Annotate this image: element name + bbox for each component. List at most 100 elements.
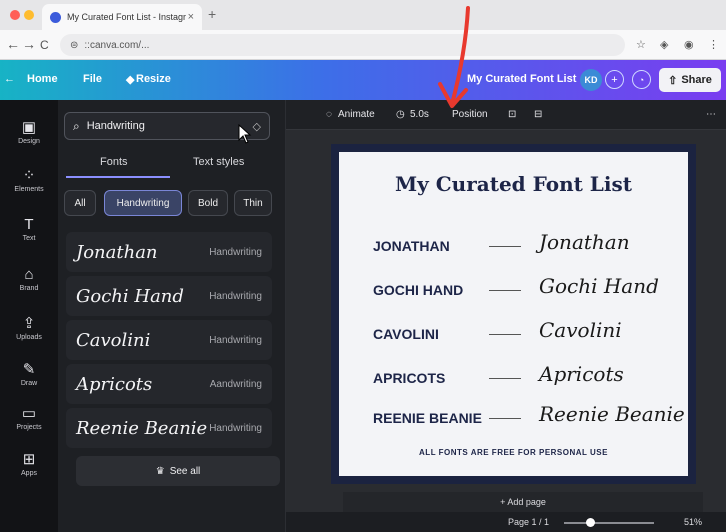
uploads-icon: ⇪ bbox=[22, 315, 36, 332]
font-label-text[interactable]: JONATHAN bbox=[373, 238, 450, 254]
resize-button[interactable]: Resize bbox=[136, 73, 171, 85]
rail-item-brand[interactable]: ⌂ Brand bbox=[0, 266, 58, 292]
font-list-item[interactable]: Jonathan Handwriting bbox=[66, 232, 272, 272]
resize-icon: ◆ bbox=[126, 74, 135, 86]
apps-icon: ⊞ bbox=[22, 451, 36, 468]
font-sample-text[interactable]: Reenie Beanie bbox=[539, 402, 685, 426]
lock-icon[interactable]: ⊡ bbox=[508, 109, 516, 120]
site-info-icon[interactable]: ⊜ bbox=[70, 40, 78, 51]
browser-tab[interactable]: My Curated Font List - Instagr × bbox=[42, 4, 202, 30]
rail-item-draw[interactable]: ✎ Draw bbox=[0, 360, 58, 387]
add-collaborator-icon[interactable]: + bbox=[605, 70, 624, 89]
dash-divider bbox=[489, 378, 521, 379]
canva-favicon-icon bbox=[50, 11, 61, 23]
filter-chip-handwriting[interactable]: Handwriting bbox=[104, 190, 182, 216]
rail-item-label: Uploads bbox=[16, 334, 42, 341]
crown-icon: ♛ bbox=[155, 465, 165, 477]
font-sample-text[interactable]: Cavolini bbox=[539, 318, 622, 342]
back-arrow-icon[interactable]: ← bbox=[4, 73, 15, 85]
active-tab-indicator bbox=[66, 176, 170, 178]
rail-item-apps[interactable]: ⊞ Apps bbox=[0, 450, 58, 477]
browser-tab-title: My Curated Font List - Instagr bbox=[67, 12, 187, 22]
dash-divider bbox=[489, 246, 521, 247]
design-page-content: My Curated Font List JONATHAN Jonathan G… bbox=[339, 152, 688, 476]
filter-icon[interactable]: ◇ bbox=[253, 120, 261, 133]
minimize-window-dot[interactable] bbox=[24, 10, 34, 20]
file-menu-button[interactable]: File bbox=[83, 73, 102, 85]
rail-item-label: Projects bbox=[16, 424, 42, 431]
see-all-label: See all bbox=[169, 465, 201, 477]
zoom-level[interactable]: 51% bbox=[684, 517, 702, 527]
bookmark-star-icon[interactable]: ☆ bbox=[636, 38, 646, 51]
share-button[interactable]: ⇧ Share bbox=[659, 68, 721, 92]
zoom-slider[interactable] bbox=[564, 522, 654, 524]
timer-icon: ◷ bbox=[396, 109, 405, 120]
font-label-text[interactable]: APRICOTS bbox=[373, 370, 445, 386]
font-list-item[interactable]: Reenie Beanie Handwriting bbox=[66, 408, 272, 448]
design-page[interactable]: My Curated Font List JONATHAN Jonathan G… bbox=[331, 144, 696, 484]
close-window-dot[interactable] bbox=[10, 10, 20, 20]
document-title[interactable]: My Curated Font List bbox=[467, 73, 576, 85]
rail-item-elements[interactable]: ⁘ Elements bbox=[0, 166, 58, 193]
add-page-button[interactable]: + Add page bbox=[343, 492, 703, 512]
animate-icon: ◌ bbox=[326, 109, 332, 120]
font-name: Cavolini bbox=[76, 329, 151, 351]
home-button[interactable]: Home bbox=[27, 73, 58, 85]
url-field[interactable]: ⊜ ::canva.com/... bbox=[60, 34, 625, 56]
page-footer-text[interactable]: ALL FONTS ARE FREE FOR PERSONAL USE bbox=[339, 448, 688, 457]
forward-button[interactable]: → bbox=[22, 36, 36, 52]
duplicate-lock-icon[interactable]: ⊟ bbox=[534, 109, 542, 120]
font-sample-text[interactable]: Jonathan bbox=[539, 230, 630, 254]
analytics-icon[interactable]: ◔ bbox=[632, 70, 651, 89]
design-icon: ▣ bbox=[21, 119, 37, 136]
font-label-text[interactable]: GOCHI HAND bbox=[373, 282, 463, 298]
font-list-item[interactable]: Gochi Hand Handwriting bbox=[66, 276, 272, 316]
tab-fonts[interactable]: Fonts bbox=[100, 156, 128, 168]
reload-button[interactable]: C bbox=[40, 38, 49, 52]
filter-chip-all[interactable]: All bbox=[64, 190, 96, 216]
font-category: Handwriting bbox=[209, 334, 262, 346]
page-heading[interactable]: My Curated Font List bbox=[339, 172, 688, 196]
font-sample-text[interactable]: Gochi Hand bbox=[539, 274, 659, 298]
dash-divider bbox=[489, 418, 521, 419]
font-list-item[interactable]: Apricots Aandwriting bbox=[66, 364, 272, 404]
editor-top-bar: ← Home File ◆ Resize My Curated Font Lis… bbox=[0, 60, 726, 100]
font-name: Gochi Hand bbox=[76, 285, 184, 307]
rail-item-design[interactable]: ▣ Design bbox=[0, 118, 58, 145]
tab-text-styles[interactable]: Text styles bbox=[193, 156, 244, 168]
user-avatar[interactable]: KD bbox=[580, 69, 602, 91]
rail-item-uploads[interactable]: ⇪ Uploads bbox=[0, 314, 58, 341]
rail-item-label: Draw bbox=[20, 380, 38, 387]
animate-button[interactable]: Animate bbox=[338, 109, 375, 120]
new-tab-button[interactable]: + bbox=[208, 6, 216, 22]
brand-icon: ⌂ bbox=[24, 266, 34, 283]
filter-chip-bold[interactable]: Bold bbox=[188, 190, 228, 216]
rail-item-label: Brand bbox=[19, 285, 39, 292]
search-icon: ⌕ bbox=[73, 118, 80, 133]
font-name: Jonathan bbox=[76, 241, 158, 263]
font-label-text[interactable]: CAVOLINI bbox=[373, 326, 439, 342]
tab-close-icon[interactable]: × bbox=[188, 11, 194, 23]
browser-menu-icon[interactable]: ⋮ bbox=[708, 38, 719, 51]
side-rail: ▣ Design ⁘ Elements T Text ⌂ Brand ⇪ Uploads … bbox=[0, 100, 58, 532]
extensions-icon[interactable]: ◈ bbox=[660, 38, 668, 51]
font-name: Apricots bbox=[76, 373, 153, 395]
mouse-cursor-icon bbox=[238, 124, 252, 144]
elements-icon: ⁘ bbox=[22, 167, 36, 184]
profile-icon[interactable]: ◉ bbox=[684, 38, 694, 51]
font-label-text[interactable]: REENIE BEANIE bbox=[373, 410, 482, 426]
rail-item-text[interactable]: T Text bbox=[0, 216, 58, 242]
upload-icon: ⇧ bbox=[668, 74, 678, 87]
zoom-slider-handle[interactable] bbox=[586, 518, 595, 527]
rail-item-projects[interactable]: ▭ Projects bbox=[0, 404, 58, 431]
font-list-item[interactable]: Cavolini Handwriting bbox=[66, 320, 272, 360]
page-number[interactable]: Page 1 / 1 bbox=[508, 517, 549, 527]
filter-chip-thin[interactable]: Thin bbox=[234, 190, 272, 216]
back-button[interactable]: ← bbox=[6, 36, 20, 52]
font-category: Aandwriting bbox=[209, 378, 262, 390]
text-icon: T bbox=[24, 216, 34, 233]
duration-button[interactable]: 5.0s bbox=[410, 109, 429, 120]
more-options-icon[interactable]: ⋯ bbox=[706, 109, 716, 120]
see-all-button[interactable]: ♛ See all bbox=[76, 456, 280, 486]
font-sample-text[interactable]: Apricots bbox=[539, 362, 624, 386]
